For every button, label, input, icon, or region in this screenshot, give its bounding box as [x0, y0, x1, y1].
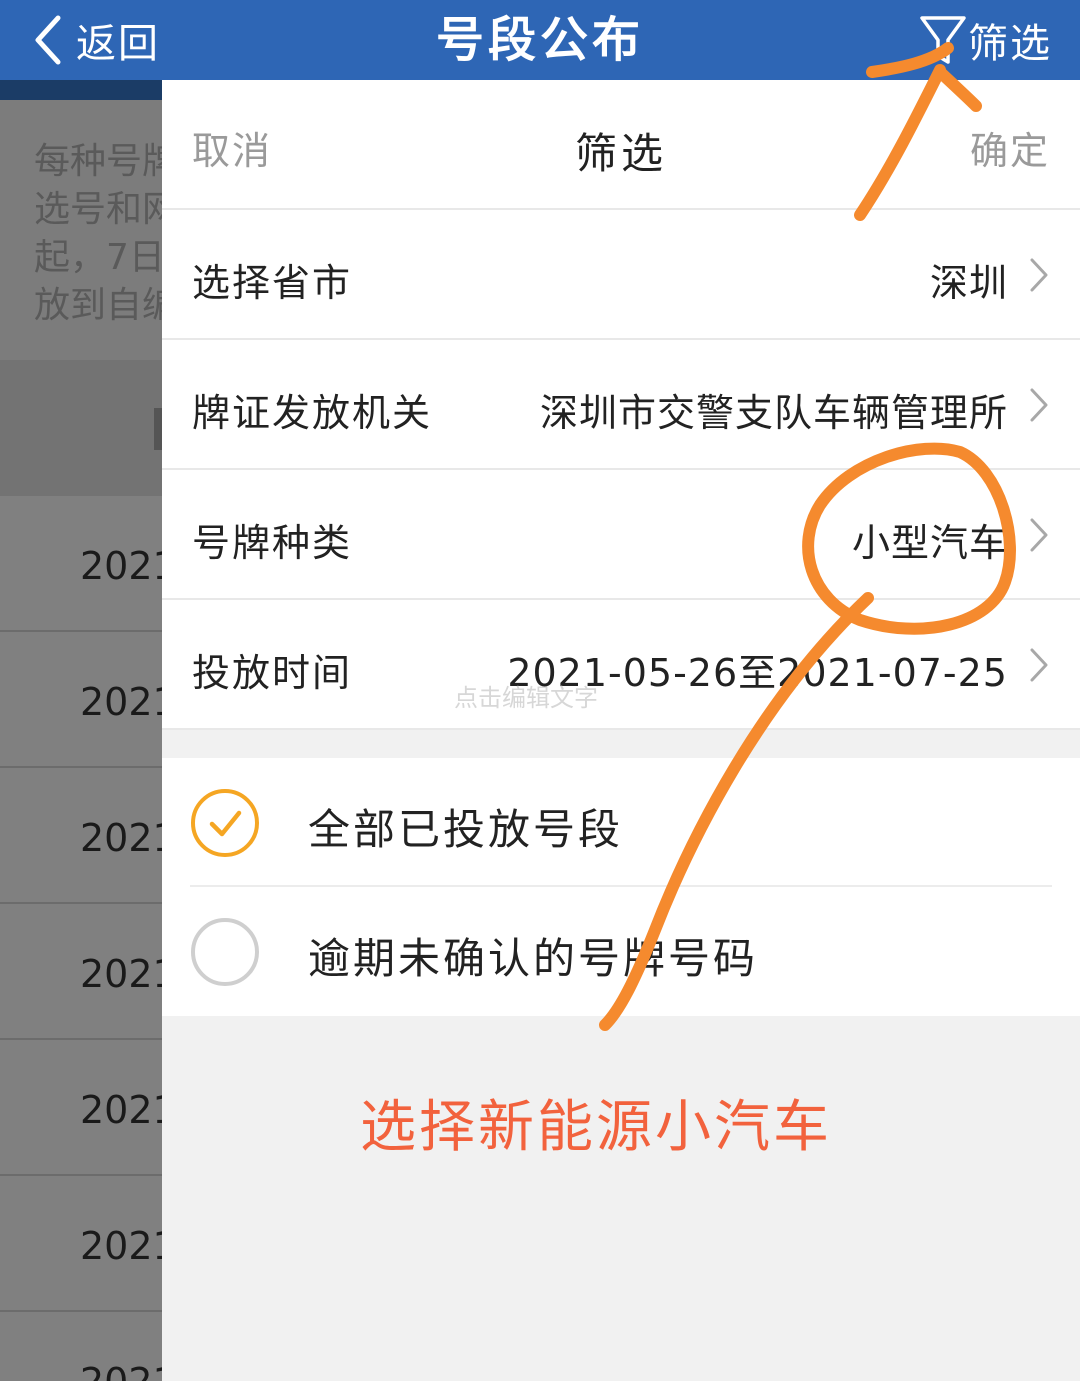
filter-button[interactable]: 筛选 — [918, 10, 1052, 70]
background-table-header — [0, 360, 162, 496]
row-value: 深圳 — [929, 261, 1008, 305]
filter-panel-title: 筛选 — [574, 129, 667, 178]
row-value: 深圳市交警支队车辆管理所 — [539, 391, 1008, 435]
release-time-row[interactable]: 投放时间 2021-05-26至2021-07-25 — [162, 600, 1080, 730]
option-label: 全部已投放号段 — [308, 805, 624, 854]
row-label: 牌证发放机关 — [192, 391, 433, 435]
list-item[interactable]: 2021 — [0, 632, 162, 768]
list-item[interactable]: 2021 — [0, 1312, 162, 1381]
row-value: 小型汽车 — [851, 521, 1008, 565]
notice-line: 每种号牌 — [34, 141, 162, 182]
filter-panel-header: 取消 筛选 确定 — [162, 80, 1080, 210]
chevron-right-icon — [1030, 518, 1048, 552]
notice-line: 选号和网 — [34, 189, 162, 230]
screen: 返回 号段公布 筛选 每种号牌 选号和网 起，7日 放到自编 2021 2021… — [0, 0, 1080, 1381]
notice-line: 放到自编 — [34, 285, 162, 326]
list-item[interactable]: 2021 — [0, 768, 162, 904]
watermark-text: 点击编辑文字 — [454, 684, 598, 712]
check-circle-icon — [191, 789, 259, 857]
list-item[interactable]: 2021 — [0, 904, 162, 1040]
top-navbar: 返回 号段公布 筛选 — [0, 0, 1080, 80]
option-overdue-unconfirmed[interactable]: 逾期未确认的号牌号码 — [190, 887, 1052, 1016]
notice-line: 起，7日 — [34, 237, 162, 278]
background-list: 2021 2021 2021 2021 2021 2021 2021 — [0, 496, 162, 1381]
chevron-right-icon — [1030, 388, 1048, 422]
filter-label: 筛选 — [968, 21, 1052, 67]
row-label: 投放时间 — [192, 651, 353, 695]
chevron-right-icon — [1030, 258, 1048, 292]
background-header-fragment — [154, 408, 162, 450]
chevron-right-icon — [1030, 648, 1048, 682]
province-city-row[interactable]: 选择省市 深圳 — [162, 210, 1080, 340]
issuing-authority-row[interactable]: 牌证发放机关 深圳市交警支队车辆管理所 — [162, 340, 1080, 470]
empty-circle-icon — [191, 918, 259, 986]
option-group: 全部已投放号段 逾期未确认的号牌号码 — [162, 758, 1080, 1016]
background-tab-strip — [0, 80, 162, 100]
list-item[interactable]: 2021 — [0, 1040, 162, 1176]
plate-type-row[interactable]: 号牌种类 小型汽车 — [162, 470, 1080, 600]
list-item[interactable]: 2021 — [0, 496, 162, 632]
list-item[interactable]: 2021 — [0, 1176, 162, 1312]
annotation-caption: 选择新能源小汽车 — [360, 1095, 832, 1160]
row-label: 号牌种类 — [192, 521, 353, 565]
background-notice: 每种号牌 选号和网 起，7日 放到自编 — [0, 100, 162, 360]
filter-panel: 取消 筛选 确定 选择省市 深圳 牌证发放机关 深圳市交警支队车辆管理所 号牌种… — [162, 80, 1080, 1381]
row-label: 选择省市 — [192, 261, 353, 305]
option-all-released[interactable]: 全部已投放号段 — [190, 758, 1052, 887]
option-label: 逾期未确认的号牌号码 — [308, 934, 759, 983]
confirm-button[interactable]: 确定 — [970, 120, 1050, 175]
funnel-icon — [920, 16, 966, 64]
